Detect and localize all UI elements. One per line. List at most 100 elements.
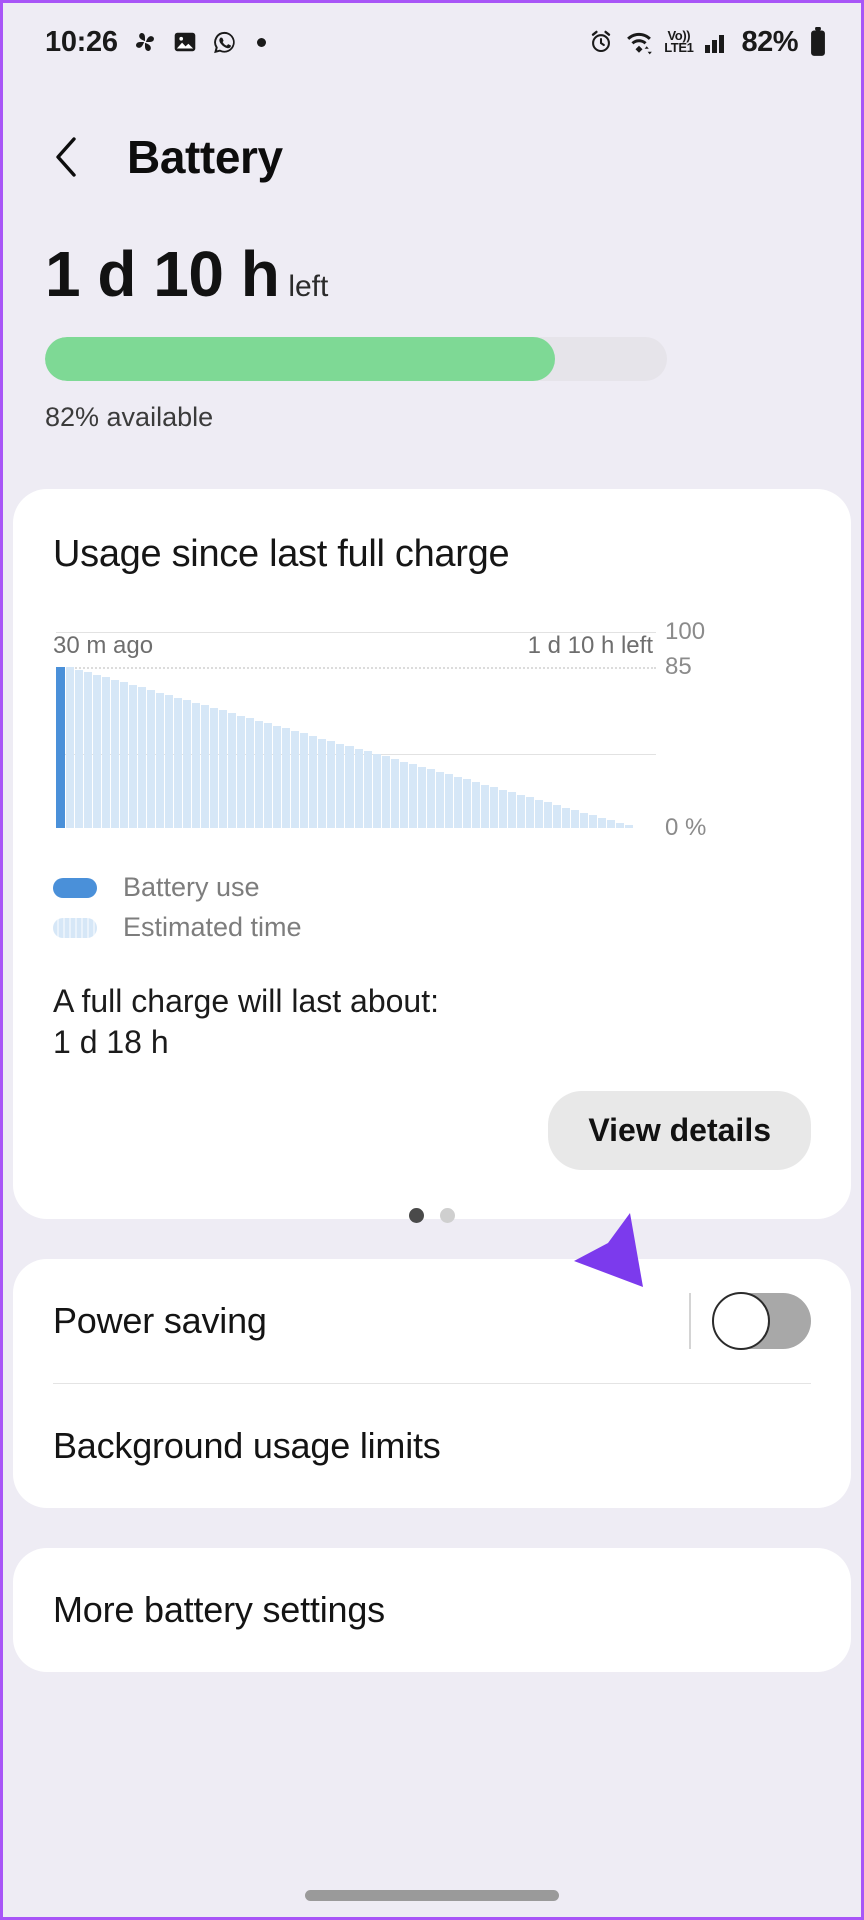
status-bar-battery-percent: 82% bbox=[741, 25, 798, 58]
alarm-icon bbox=[588, 29, 614, 55]
chart-bar-estimated bbox=[489, 787, 498, 828]
chart-bar-estimated bbox=[75, 669, 84, 828]
legend-label-battery-use: Battery use bbox=[123, 872, 260, 902]
chart-bar-estimated bbox=[381, 756, 390, 828]
view-details-button[interactable]: View details bbox=[548, 1090, 811, 1170]
gridline-100 bbox=[56, 632, 656, 633]
chart-bar-estimated bbox=[300, 733, 309, 828]
status-bar: 10:26 Vo)) LTE1 82% bbox=[3, 3, 861, 81]
chart-bar-estimated bbox=[309, 736, 318, 828]
row-power-saving[interactable]: Power saving bbox=[53, 1259, 811, 1383]
page-dot-2[interactable] bbox=[440, 1207, 455, 1223]
chart-bar-estimated bbox=[498, 789, 507, 828]
chart-bar-estimated bbox=[84, 672, 93, 828]
chart-bar-estimated bbox=[516, 794, 525, 828]
chart-bar-estimated bbox=[192, 702, 201, 828]
chart-bar-estimated bbox=[147, 690, 156, 828]
full-charge-value: 1 d 18 h bbox=[53, 1023, 169, 1060]
chart-bar-estimated bbox=[102, 677, 111, 828]
chart-bar-estimated bbox=[570, 810, 579, 828]
chart-bar-estimated bbox=[390, 759, 399, 828]
legend-swatch-estimated-time bbox=[53, 917, 97, 938]
chart-bar-estimated bbox=[93, 674, 102, 828]
full-charge-label: A full charge will last about: bbox=[53, 983, 439, 1019]
power-saving-toggle[interactable] bbox=[712, 1292, 811, 1350]
legend-item-battery-use: Battery use bbox=[53, 872, 811, 903]
y-axis-label-100: 100 bbox=[665, 618, 706, 645]
chart-bars bbox=[56, 667, 656, 828]
chart-bar-estimated bbox=[552, 805, 561, 828]
row-background-usage-limits[interactable]: Background usage limits bbox=[53, 1384, 811, 1508]
chart-bar-estimated bbox=[327, 741, 336, 828]
chart-bar-estimated bbox=[255, 720, 264, 828]
home-indicator[interactable] bbox=[305, 1890, 559, 1901]
row-more-battery-settings[interactable]: More battery settings bbox=[53, 1548, 811, 1672]
chart-bar-estimated bbox=[534, 799, 543, 828]
chart-bar-estimated bbox=[111, 679, 120, 828]
chart-bar-estimated bbox=[336, 743, 345, 828]
chart-plot-area bbox=[56, 632, 656, 828]
time-remaining-suffix: left bbox=[288, 270, 329, 303]
chevron-left-icon bbox=[56, 137, 76, 177]
page-dot-1[interactable] bbox=[409, 1207, 424, 1223]
chart-bar-estimated bbox=[129, 684, 138, 828]
usage-card: Usage since last full charge 100 85 0 % … bbox=[13, 489, 851, 1223]
chart-bar-estimated bbox=[462, 779, 471, 828]
time-remaining: 1 d 10 h left bbox=[45, 237, 819, 311]
photo-icon bbox=[172, 29, 198, 55]
chart-bar-estimated bbox=[624, 825, 633, 828]
chart-bar-estimated bbox=[318, 738, 327, 828]
battery-summary: 1 d 10 h left 82% available bbox=[3, 199, 861, 433]
chart-bar-estimated bbox=[66, 667, 75, 828]
page-title: Battery bbox=[127, 131, 283, 183]
page-header: Battery bbox=[3, 81, 861, 199]
chart-bar-estimated bbox=[435, 771, 444, 828]
status-bar-right: Vo)) LTE1 82% bbox=[588, 26, 827, 59]
chart-bar-estimated bbox=[417, 766, 426, 828]
chart-bar-estimated bbox=[453, 776, 462, 828]
chart-bar-estimated bbox=[606, 820, 615, 828]
background-usage-limits-label: Background usage limits bbox=[53, 1425, 441, 1466]
chart-bar-estimated bbox=[237, 715, 246, 828]
battery-icon bbox=[809, 27, 827, 57]
toggle-separator bbox=[689, 1293, 691, 1349]
chart-bar-estimated bbox=[444, 774, 453, 828]
battery-level-fill bbox=[45, 337, 556, 381]
status-bar-left: 10:26 bbox=[45, 26, 266, 59]
power-saving-toggle-knob bbox=[712, 1292, 770, 1350]
settings-card: Power saving Background usage limits bbox=[13, 1259, 851, 1508]
chart-bar-estimated bbox=[156, 692, 165, 828]
chart-bar-estimated bbox=[282, 728, 291, 828]
chart-bar-estimated bbox=[354, 748, 363, 828]
carousel-page-dots[interactable] bbox=[53, 1207, 811, 1223]
chart-bar-estimated bbox=[426, 769, 435, 828]
chart-bar-estimated bbox=[525, 797, 534, 828]
battery-usage-chart: 100 85 0 % 30 m ago 1 d 10 h left bbox=[53, 618, 811, 842]
phone-screen: 10:26 Vo)) LTE1 82% Battery 1 d 10 h lef… bbox=[0, 0, 864, 1920]
chart-bar-estimated bbox=[561, 807, 570, 828]
y-axis-label-0: 0 % bbox=[665, 814, 707, 841]
volte-icon: Vo)) LTE1 bbox=[664, 27, 694, 55]
chart-bar-estimated bbox=[345, 746, 354, 828]
wifi-icon bbox=[625, 29, 653, 55]
chart-bar-estimated bbox=[615, 822, 624, 828]
chart-bar-estimated bbox=[165, 695, 174, 828]
legend-label-estimated-time: Estimated time bbox=[123, 912, 302, 942]
chart-bar-estimated bbox=[372, 753, 381, 828]
chart-bar-estimated bbox=[399, 761, 408, 828]
back-button[interactable] bbox=[43, 134, 89, 180]
chart-bar-estimated bbox=[201, 705, 210, 828]
chart-bar-battery-use bbox=[56, 667, 65, 828]
pinwheel-icon bbox=[131, 28, 159, 56]
chart-bar-estimated bbox=[219, 710, 228, 828]
chart-bar-estimated bbox=[291, 730, 300, 828]
chart-bar-estimated bbox=[273, 725, 282, 828]
chart-bar-estimated bbox=[264, 723, 273, 828]
status-bar-clock: 10:26 bbox=[45, 25, 118, 58]
chart-bar-estimated bbox=[480, 784, 489, 828]
signal-bars-icon bbox=[704, 30, 730, 54]
chart-bar-estimated bbox=[183, 700, 192, 828]
chart-bar-estimated bbox=[471, 782, 480, 828]
legend-swatch-battery-use bbox=[53, 877, 97, 898]
chart-bar-estimated bbox=[120, 682, 129, 828]
